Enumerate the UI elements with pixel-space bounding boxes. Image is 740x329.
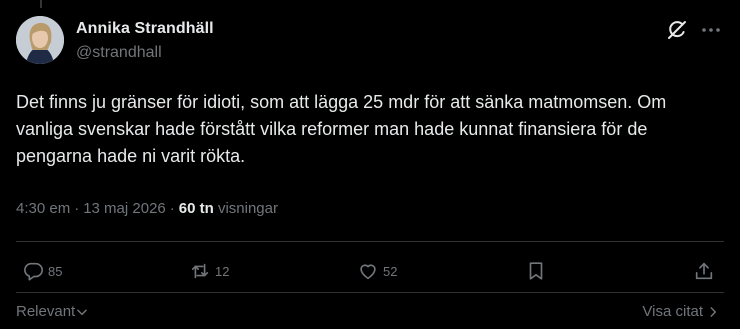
views-label[interactable]: visningar [218,200,278,217]
avatar[interactable] [16,16,64,64]
bookmark-icon [529,262,543,280]
reply-count: 85 [48,263,63,279]
meta-separator-2: · [169,200,175,217]
thread-connector-line [40,0,42,8]
like-button[interactable]: 52 [357,258,397,284]
chevron-right-icon [710,306,717,317]
author-handle[interactable]: @strandhall [76,44,162,62]
reply-button[interactable]: 85 [22,258,62,284]
tweet-metadata: 4:30 em · 13 maj 2026 · 60 tn visningar [16,200,278,217]
view-quotes-link[interactable]: Visa citat [642,303,720,320]
like-count: 52 [383,263,398,279]
tweet-text: Det finns ju gränser för idioti, som att… [16,92,667,166]
meta-separator: · [74,200,80,217]
chevron-down-icon [77,309,88,315]
sort-dropdown[interactable]: Relevant [16,303,89,320]
share-icon [695,262,713,280]
divider-2 [16,292,724,293]
more-icon[interactable] [699,18,723,42]
repost-icon [191,263,209,279]
tweet-date[interactable]: 13 maj 2026 [83,200,166,217]
share-button[interactable] [693,258,719,284]
quotes-label: Visa citat [642,303,703,320]
bookmark-button[interactable] [525,258,551,284]
like-icon [360,264,376,280]
grok-icon[interactable] [665,18,689,42]
repost-count: 12 [215,263,230,279]
views-count[interactable]: 60 tn [179,200,214,217]
tweet-time[interactable]: 4:30 em [16,200,70,217]
reply-icon [24,262,43,281]
divider [16,241,724,242]
repost-button[interactable]: 12 [189,258,229,284]
author-name[interactable]: Annika Strandhäll [76,20,214,38]
sort-label: Relevant [16,303,76,320]
